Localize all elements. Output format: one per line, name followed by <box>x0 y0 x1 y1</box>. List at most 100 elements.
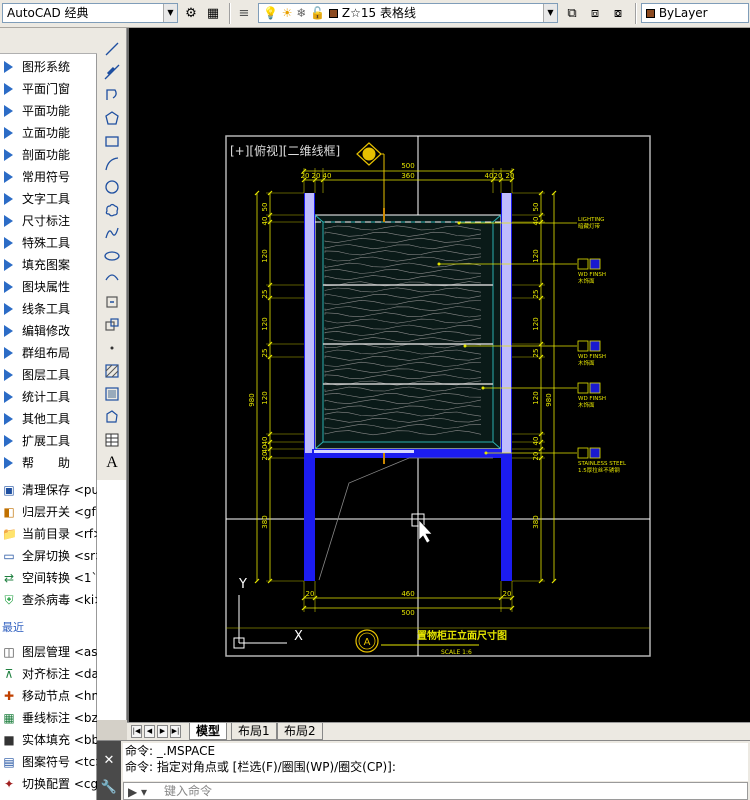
command-item[interactable]: ⊼ 对齐标注 <da> <box>0 663 97 685</box>
menu-item[interactable]: 线条工具 <box>0 298 97 320</box>
close-icon[interactable]: ✕ <box>97 753 121 768</box>
menu-item[interactable]: 立面功能 <box>0 122 97 144</box>
menu-item[interactable]: 剖面功能 <box>0 144 97 166</box>
menu-item[interactable]: 常用符号 <box>0 166 97 188</box>
menu-item[interactable]: 特殊工具 <box>0 232 97 254</box>
menu-item[interactable]: 文字工具 <box>0 188 97 210</box>
command-item[interactable]: ✚ 移动节点 <hnn> <box>0 685 97 707</box>
menu-item[interactable]: 扩展工具 <box>0 430 97 452</box>
dimension-text: 120 <box>532 317 540 330</box>
color-select[interactable]: ByLayer <box>641 3 749 23</box>
command-item[interactable]: ▦ 垂线标注 <bz> <box>0 707 97 729</box>
dimension-text: 40 <box>532 217 540 226</box>
arc-button[interactable] <box>101 153 123 175</box>
command-input[interactable]: ▶ ▾ 键入命令 <box>123 782 748 800</box>
command-item[interactable]: 📁 当前目录 <rf> <box>0 523 97 545</box>
menu-item[interactable]: 填充图案 <box>0 254 97 276</box>
first-tab-button[interactable]: |◀ <box>131 725 142 738</box>
dimension-text: 40 <box>261 437 269 446</box>
leader-dot <box>484 451 488 455</box>
point-icon <box>110 346 114 350</box>
menu-item-label: 群组布局 <box>22 346 71 360</box>
tab-layout1[interactable]: 布局1 <box>231 723 277 740</box>
wrench-icon[interactable]: 🔧 <box>97 780 121 795</box>
hatch-button[interactable] <box>101 360 123 382</box>
revcloud-button[interactable] <box>101 199 123 221</box>
command-item[interactable]: ◫ 图层管理 <as> <box>0 641 97 663</box>
command-line-handle[interactable]: ✕ 🔧 <box>97 741 121 800</box>
polygon-button[interactable] <box>101 107 123 129</box>
section-marker-top <box>356 142 385 208</box>
text-icon: A <box>106 454 118 471</box>
chevron-down-icon[interactable]: ▼ <box>163 4 177 22</box>
drawing-viewport[interactable]: [+][俯视][二维线框] Y X 50036020 20 40 40 20 2… <box>129 28 750 722</box>
spline-button[interactable] <box>101 222 123 244</box>
layer-manager-button[interactable]: ≡ <box>234 3 254 23</box>
multiline-text-button[interactable]: A <box>101 452 123 474</box>
chevron-down-icon[interactable]: ▼ <box>543 4 557 22</box>
left-menu-panel: 图形系统 平面门窗 平面功能立面功能剖面功能 常用符号 文字工具 尺寸标注 特殊工具 填充图案… <box>0 28 97 800</box>
ellipse-button[interactable] <box>101 245 123 267</box>
menu-item[interactable]: 尺寸标注 <box>0 210 97 232</box>
command-item[interactable]: ▤ 图案符号 <tc> <box>0 751 97 773</box>
layer-select[interactable]: 💡 ☀ ❄ 🔓 Z☆15 表格线 ▼ <box>258 3 558 23</box>
sun-icon: ☀ <box>281 6 293 20</box>
workspace-custom-button[interactable]: ▦ <box>203 3 223 23</box>
layer-state-button[interactable]: ⧇ <box>608 3 628 23</box>
dimension-text: 20 <box>261 452 269 461</box>
command-item[interactable]: ◧ 归层开关 <gf> <box>0 501 97 523</box>
command-item[interactable]: ▣ 清理保存 <pu> <box>0 479 97 501</box>
command-item[interactable]: ▭ 全屏切换 <sr> <box>0 545 97 567</box>
expand-arrow-icon <box>4 413 13 425</box>
ucs-icon: Y X <box>233 577 303 649</box>
menu-item[interactable]: 平面门窗 <box>0 78 97 100</box>
menu-item[interactable]: 图层工具 <box>0 364 97 386</box>
color-swatch <box>646 9 655 18</box>
menu-item[interactable]: 图块属性 <box>0 276 97 298</box>
circle-button[interactable] <box>101 176 123 198</box>
command-item[interactable]: ⛨ 查杀病毒 <ki> <box>0 589 97 611</box>
rectangle-button[interactable] <box>101 130 123 152</box>
workspace-settings-button[interactable]: ⚙ <box>181 3 201 23</box>
menu-item[interactable]: 帮 助 <box>0 452 97 474</box>
dimension-text: 40 <box>261 217 269 226</box>
prev-tab-button[interactable]: ◀ <box>144 725 155 738</box>
command-item[interactable]: ■ 实体填充 <bbb> <box>0 729 97 751</box>
menu-item-label: 线条工具 <box>22 302 71 316</box>
workspace-select[interactable]: AutoCAD 经典 ▼ <box>2 3 178 23</box>
viewport-label[interactable]: [+][俯视][二维线框] <box>230 143 340 158</box>
menu-item[interactable]: 编辑修改 <box>0 320 97 342</box>
line-tool-button[interactable] <box>101 38 123 60</box>
title-marker: A <box>364 637 371 648</box>
menu-item[interactable]: 图形系统 <box>0 56 97 78</box>
command-item[interactable]: ⇄ 空间转换 <1`> <box>0 567 97 589</box>
table-button[interactable] <box>101 429 123 451</box>
command-label: 当前目录 <rf> <box>22 527 97 541</box>
layer-previous-button[interactable]: ⧈ <box>585 3 605 23</box>
make-current-button[interactable]: ⧉ <box>562 3 582 23</box>
make-block-button[interactable] <box>101 314 123 336</box>
insert-block-button[interactable] <box>101 291 123 313</box>
circle-icon <box>105 180 119 194</box>
menu-item[interactable]: 其他工具 <box>0 408 97 430</box>
folder-icon: 📁 <box>2 527 17 541</box>
region-button[interactable] <box>101 406 123 428</box>
menu-item-label: 立面功能 <box>22 126 71 140</box>
construction-line-button[interactable] <box>101 61 123 83</box>
drawing-canvas[interactable]: [+][俯视][二维线框] Y X 500 360 20 20 40 40 20… <box>127 28 750 722</box>
tab-model[interactable]: 模型 <box>189 723 228 740</box>
tab-layout2[interactable]: 布局2 <box>277 723 323 740</box>
point-button[interactable] <box>101 337 123 359</box>
menu-item[interactable]: 群组布局 <box>0 342 97 364</box>
ellipse-arc-button[interactable] <box>101 268 123 290</box>
last-tab-button[interactable]: ▶| <box>170 725 181 738</box>
svg-text:X: X <box>294 629 303 644</box>
next-tab-button[interactable]: ▶ <box>157 725 168 738</box>
command-item[interactable]: ✦ 切换配置 <cg> <box>0 773 97 795</box>
polyline-button[interactable] <box>101 84 123 106</box>
draw-toolbar: A <box>97 28 127 480</box>
layer-name: Z☆15 表格线 <box>341 6 416 20</box>
gradient-button[interactable] <box>101 383 123 405</box>
menu-item[interactable]: 平面功能 <box>0 100 97 122</box>
menu-item[interactable]: 统计工具 <box>0 386 97 408</box>
